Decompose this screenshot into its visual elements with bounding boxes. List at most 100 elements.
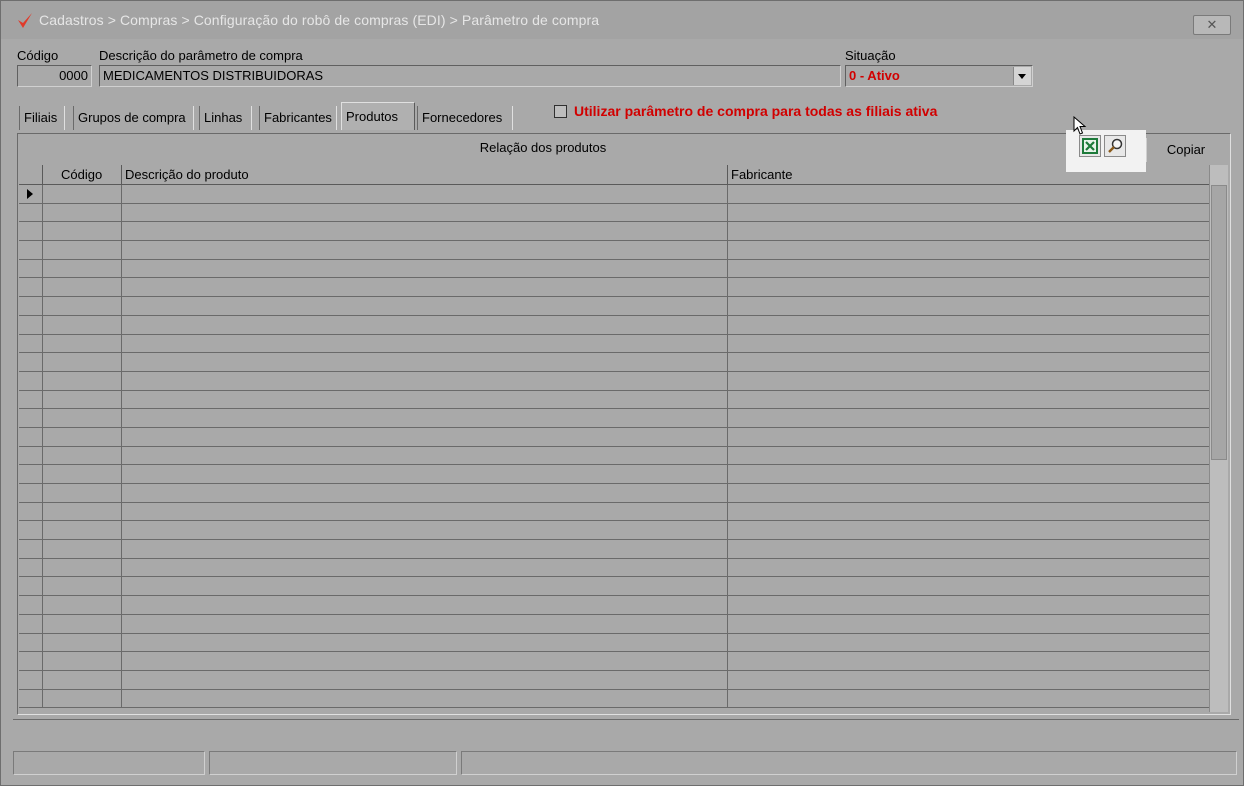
todas-filiais-label[interactable]: Utilizar parâmetro de compra para todas … — [574, 103, 937, 119]
table-cell[interactable] — [122, 465, 728, 483]
tab-filiais[interactable]: Filiais — [19, 106, 65, 130]
table-cell[interactable] — [43, 652, 122, 670]
table-cell[interactable] — [728, 652, 1209, 670]
table-row[interactable] — [19, 446, 1209, 466]
table-cell[interactable] — [43, 353, 122, 371]
table-cell[interactable] — [122, 670, 728, 689]
table-row[interactable] — [19, 633, 1209, 653]
table-row[interactable] — [19, 614, 1209, 634]
table-row[interactable] — [19, 259, 1209, 279]
table-cell[interactable] — [122, 577, 728, 596]
table-cell[interactable] — [122, 222, 728, 241]
table-row[interactable] — [19, 390, 1209, 410]
table-cell[interactable] — [43, 614, 122, 633]
table-cell[interactable] — [43, 297, 122, 315]
tab-fornecedores[interactable]: Fornecedores — [417, 106, 513, 130]
table-cell[interactable] — [728, 577, 1209, 595]
table-cell[interactable] — [122, 540, 728, 558]
table-cell[interactable] — [122, 633, 728, 652]
table-cell[interactable] — [43, 427, 122, 446]
table-row[interactable] — [19, 689, 1209, 709]
copy-button[interactable]: Copiar — [1146, 138, 1225, 162]
table-cell[interactable] — [43, 315, 122, 334]
table-cell[interactable] — [43, 259, 122, 278]
table-row[interactable] — [19, 203, 1209, 223]
table-cell[interactable] — [43, 446, 122, 465]
table-cell[interactable] — [122, 371, 728, 390]
table-cell[interactable] — [728, 278, 1209, 296]
table-row[interactable] — [19, 315, 1209, 335]
table-row[interactable] — [19, 652, 1209, 671]
table-cell[interactable] — [728, 521, 1209, 539]
table-cell[interactable] — [728, 465, 1209, 483]
header-descricao[interactable]: Descrição do produto — [122, 165, 728, 184]
table-cell[interactable] — [43, 484, 122, 502]
header-fabricante[interactable]: Fabricante — [728, 165, 1209, 184]
table-row[interactable] — [19, 596, 1209, 615]
table-cell[interactable] — [728, 690, 1209, 708]
table-cell[interactable] — [122, 596, 728, 614]
table-cell[interactable] — [122, 446, 728, 465]
table-cell[interactable] — [122, 652, 728, 670]
table-cell[interactable] — [728, 615, 1209, 633]
table-cell[interactable] — [728, 428, 1209, 446]
close-button[interactable]: ✕ — [1193, 15, 1231, 35]
descricao-field[interactable]: MEDICAMENTOS DISTRIBUIDORAS — [99, 65, 841, 87]
table-cell[interactable] — [728, 596, 1209, 614]
table-cell[interactable] — [43, 334, 122, 353]
situacao-select[interactable]: 0 - Ativo — [845, 65, 1033, 87]
table-cell[interactable] — [43, 185, 122, 203]
table-row[interactable] — [19, 484, 1209, 503]
table-cell[interactable] — [122, 484, 728, 502]
table-cell[interactable] — [122, 689, 728, 708]
export-excel-button[interactable] — [1079, 135, 1101, 157]
table-cell[interactable] — [728, 222, 1209, 240]
table-row[interactable] — [19, 278, 1209, 298]
table-cell[interactable] — [122, 614, 728, 633]
table-cell[interactable] — [43, 521, 122, 540]
table-cell[interactable] — [43, 241, 122, 259]
tab-produtos[interactable]: Produtos — [341, 102, 415, 130]
table-row[interactable] — [19, 353, 1209, 372]
table-cell[interactable] — [728, 353, 1209, 371]
table-row[interactable] — [19, 371, 1209, 391]
tab-fabricantes[interactable]: Fabricantes — [259, 106, 337, 130]
table-cell[interactable] — [43, 222, 122, 241]
header-codigo[interactable]: Código — [43, 165, 122, 184]
table-cell[interactable] — [122, 315, 728, 334]
table-row[interactable] — [19, 409, 1209, 428]
table-cell[interactable] — [728, 409, 1209, 427]
table-row[interactable] — [19, 502, 1209, 522]
table-cell[interactable] — [728, 503, 1209, 521]
table-cell[interactable] — [43, 689, 122, 708]
table-cell[interactable] — [122, 427, 728, 446]
table-cell[interactable] — [122, 334, 728, 353]
table-row[interactable] — [19, 241, 1209, 260]
tab-grupos-de-compra[interactable]: Grupos de compra — [73, 106, 194, 130]
table-cell[interactable] — [43, 670, 122, 689]
table-cell[interactable] — [728, 447, 1209, 465]
table-cell[interactable] — [728, 185, 1209, 203]
table-cell[interactable] — [728, 391, 1209, 409]
table-cell[interactable] — [122, 297, 728, 315]
search-button[interactable] — [1104, 135, 1126, 157]
table-row[interactable] — [19, 670, 1209, 690]
table-cell[interactable] — [728, 316, 1209, 334]
table-row[interactable] — [19, 185, 1209, 204]
table-row[interactable] — [19, 521, 1209, 541]
table-cell[interactable] — [122, 502, 728, 521]
table-cell[interactable] — [728, 559, 1209, 577]
table-cell[interactable] — [728, 634, 1209, 652]
table-cell[interactable] — [728, 372, 1209, 390]
table-cell[interactable] — [43, 577, 122, 596]
table-cell[interactable] — [43, 371, 122, 390]
table-cell[interactable] — [122, 558, 728, 577]
table-cell[interactable] — [43, 409, 122, 427]
table-row[interactable] — [19, 427, 1209, 447]
table-cell[interactable] — [122, 278, 728, 297]
table-cell[interactable] — [122, 390, 728, 409]
table-cell[interactable] — [728, 260, 1209, 278]
table-cell[interactable] — [728, 204, 1209, 222]
table-cell[interactable] — [122, 259, 728, 278]
tab-linhas[interactable]: Linhas — [199, 106, 252, 130]
